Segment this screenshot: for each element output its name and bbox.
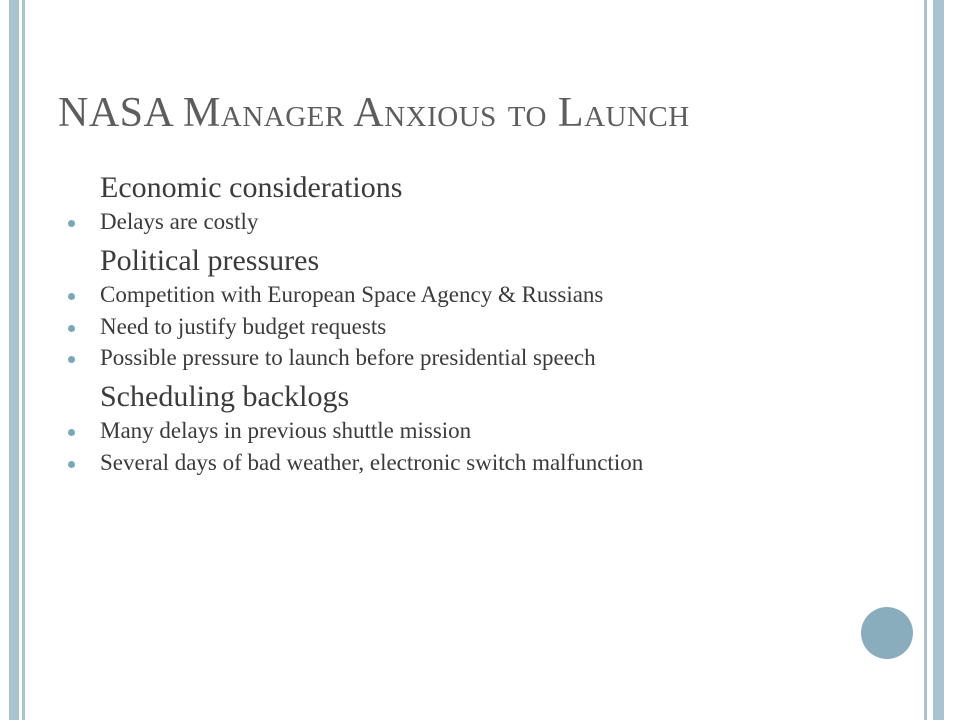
- right-margin-spacer: [949, 0, 960, 720]
- bullet-level2-text: Need to justify budget requests: [100, 313, 387, 339]
- right-accent-bar-thick: [933, 0, 944, 720]
- bullet-list-level-2: Many delays in previous shuttle mission …: [58, 416, 868, 478]
- bullet-level1-text: Political pressures: [100, 244, 320, 278]
- bullet-level1-text: Scheduling backlogs: [100, 380, 350, 414]
- left-accent-bar-thick: [9, 0, 19, 720]
- bullet-level2-item: Several days of bad weather, electronic …: [58, 448, 760, 478]
- slide-body: Economic considerations Delays are costl…: [58, 168, 868, 482]
- bullet-group: Scheduling backlogs Many delays in previ…: [58, 377, 868, 478]
- dot-bullet-icon: [68, 293, 75, 301]
- left-accent-bar-thin: [22, 0, 25, 720]
- bullet-level2-item: Need to justify budget requests: [58, 312, 868, 342]
- dot-bullet-icon: [68, 429, 75, 437]
- bullet-level2-item: Many delays in previous shuttle mission: [58, 416, 868, 446]
- bullet-group: Political pressures Competition with Eur…: [58, 241, 868, 373]
- bullet-level2-text: Possible pressure to launch before presi…: [100, 345, 596, 371]
- bullet-list-level-2: Delays are costly: [58, 207, 868, 237]
- dot-bullet-icon: [68, 356, 75, 364]
- right-accent-bar-thin: [924, 0, 927, 720]
- dot-bullet-icon: [68, 324, 75, 332]
- bullet-level1-text: Economic considerations: [100, 171, 403, 204]
- slide: NASA Manager Anxious to Launch Economic …: [0, 0, 960, 720]
- slide-title: NASA Manager Anxious to Launch: [58, 90, 690, 136]
- bullet-level2-text: Delays are costly: [100, 209, 259, 234]
- bullet-level2-item: Competition with European Space Agency &…: [58, 280, 868, 310]
- bullet-level2-item: Delays are costly: [58, 207, 868, 237]
- left-margin-spacer: [0, 0, 9, 720]
- bullet-level2-text: Several days of bad weather, electronic …: [100, 449, 644, 475]
- dot-bullet-icon: [68, 460, 75, 468]
- bullet-level2-item: Possible pressure to launch before presi…: [58, 343, 868, 373]
- dot-bullet-icon: [68, 220, 75, 227]
- bullet-list-level-1: Economic considerations Delays are costl…: [58, 168, 868, 478]
- bullet-level2-text: Many delays in previous shuttle mission: [100, 418, 472, 444]
- bullet-group: Economic considerations Delays are costl…: [58, 168, 868, 237]
- bullet-level2-text: Competition with European Space Agency &…: [100, 282, 604, 308]
- bullet-list-level-2: Competition with European Space Agency &…: [58, 280, 868, 373]
- decorative-circle: [861, 607, 913, 659]
